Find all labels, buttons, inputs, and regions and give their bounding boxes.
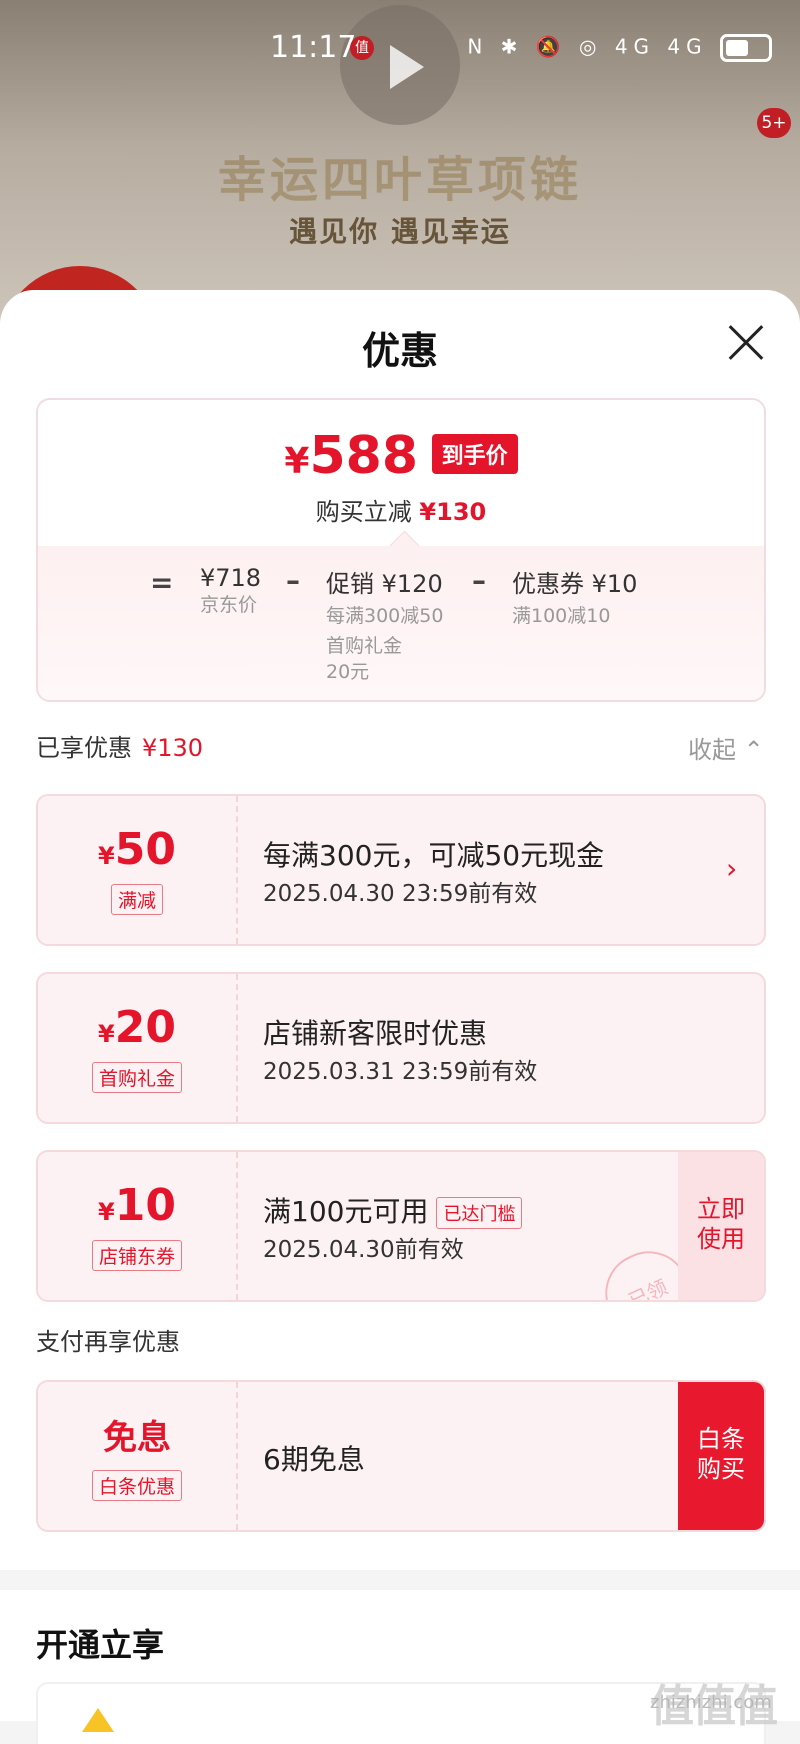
coupon-amount: ¥20 — [98, 1002, 176, 1053]
reduce-summary: 购买立减 ¥130 — [315, 498, 487, 526]
installment-title: 6期免息 — [263, 1443, 365, 1476]
minus-sign: – — [286, 564, 300, 597]
sheet-title: 优惠 — [361, 329, 438, 373]
coupon-amount: ¥10 — [98, 1180, 176, 1231]
coupon-tag: 首购礼金 — [91, 1062, 182, 1093]
coupon-card: ¥20 首购礼金 店铺新客限时优惠 2025.03.31 23:59前有效 — [36, 972, 766, 1124]
final-price: ¥588 到手价 — [38, 426, 764, 486]
coupon-title: 每满300元，可减50元现金 — [263, 839, 605, 872]
watermark-site: zhizhizhi.com — [650, 1692, 772, 1713]
pay-section-title: 支付再享优惠 — [36, 1328, 180, 1356]
equals-sign: = — [150, 566, 174, 599]
coupon-tag: 店铺东券 — [91, 1240, 182, 1271]
use-now-button[interactable]: 立即 使用 — [678, 1152, 764, 1300]
notification-badge[interactable]: 5+ — [757, 108, 791, 138]
coupon-card: ¥10 店铺东券 满100元可用 已达门槛 2025.04.30前有效 已领 立即… — [36, 1150, 766, 1302]
app-notification-icon: 值 — [350, 36, 374, 60]
coupon-title: 满100元可用 已达门槛 — [263, 1190, 523, 1230]
coupon-expire: 2025.03.31 23:59前有效 — [263, 1059, 538, 1085]
discount-sheet: 优惠 ¥588 到手价 购买立减 ¥130 = ¥718 京东价 – 促销 ¥1… — [0, 290, 800, 1744]
final-price-tag: 到手价 — [431, 434, 518, 474]
baitiao-buy-button[interactable]: 白条 购买 — [678, 1382, 764, 1530]
price-breakdown: = ¥718 京东价 – 促销 ¥120 每满300减50 首购礼金 20元 –… — [38, 546, 764, 700]
status-icons: N ✱ 🔕 ◎ 4G 4G — [467, 34, 772, 62]
coupon-card[interactable]: ¥50 满减 每满300元，可减50元现金 2025.04.30 23:59前有… — [36, 794, 766, 946]
coupon-tag: 满减 — [110, 884, 163, 915]
collapse-button[interactable]: 收起 ⌃ — [688, 730, 764, 765]
coupon-expire: 2025.04.30前有效 — [263, 1237, 464, 1263]
battery-icon — [720, 34, 772, 62]
banner-subtitle: 遇见你 遇见幸运 — [289, 215, 511, 248]
threshold-badge: 已达门槛 — [436, 1197, 523, 1229]
promo-breakdown: 促销 ¥120 每满300减50 首购礼金 20元 — [326, 570, 444, 683]
enjoyed-discount: 已享优惠 ¥130 — [36, 734, 204, 762]
coupon-expire: 2025.04.30 23:59前有效 — [263, 881, 538, 907]
crown-icon — [82, 1708, 114, 1732]
coupon-amount: ¥50 — [98, 824, 176, 875]
baitiao-tag: 白条优惠 — [91, 1470, 182, 1501]
baitiao-card: 免息 白条优惠 6期免息 白条 购买 — [36, 1380, 766, 1532]
banner-title: 幸运四叶草项链 — [217, 152, 582, 208]
open-section-title: 开通立享 — [36, 1626, 165, 1664]
status-icons-text: N ✱ 🔕 ◎ 4G 4G — [467, 34, 708, 59]
status-time: 11:17 — [270, 30, 357, 65]
chevron-right-icon[interactable]: › — [726, 852, 737, 885]
close-icon[interactable] — [727, 325, 763, 361]
section-divider — [0, 1570, 800, 1590]
price-summary-card: ¥588 到手价 购买立减 ¥130 = ¥718 京东价 – 促销 ¥120 … — [36, 398, 766, 702]
minus-sign-2: – — [472, 564, 486, 597]
status-bar: 11:17 值 N ✱ 🔕 ◎ 4G 4G — [0, 28, 800, 68]
jd-price: ¥718 京东价 — [200, 564, 262, 616]
coupon-title: 店铺新客限时优惠 — [263, 1017, 488, 1050]
interest-free-label: 免息 — [103, 1418, 171, 1458]
coupon-breakdown: 优惠券 ¥10 满100减10 — [512, 570, 638, 627]
